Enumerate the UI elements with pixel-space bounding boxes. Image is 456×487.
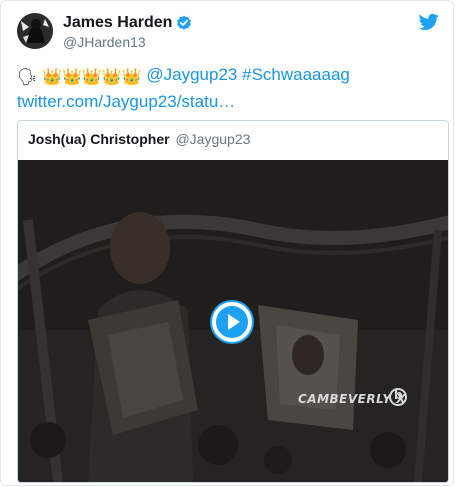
crown-emoji: 👑 [42, 69, 62, 86]
crown-emoji: 👑 [81, 69, 102, 86]
quoted-tweet[interactable]: Josh(ua) Christopher @Jaygup23 CAMBEVERL… [17, 120, 449, 483]
status-url-link[interactable]: twitter.com/Jaygup23/statu… [17, 92, 235, 111]
verified-badge-icon [176, 15, 192, 31]
quoted-tweet-header: Josh(ua) Christopher @Jaygup23 [28, 131, 250, 147]
play-icon[interactable] [212, 302, 252, 342]
mention-link[interactable]: @Jaygup23 [146, 65, 237, 84]
tweet-card: James Harden @JHarden13 🗣 👑👑👑👑👑 @Jaygup2… [0, 0, 454, 486]
author-name-row: James Harden [63, 13, 192, 33]
twitter-bird-icon[interactable] [418, 13, 439, 31]
quoted-author-name[interactable]: Josh(ua) Christopher [28, 131, 170, 147]
quoted-author-handle[interactable]: @Jaygup23 [175, 131, 250, 147]
watermark-logo-icon [389, 388, 407, 406]
author-handle[interactable]: @JHarden13 [63, 34, 146, 50]
speaking-head-emoji: 🗣 [17, 69, 38, 86]
crown-emoji: 👑 [61, 69, 82, 86]
author-name[interactable]: James Harden [63, 14, 172, 32]
avatar[interactable] [17, 13, 53, 49]
crown-emoji: 👑 [101, 69, 122, 86]
tweet-text: 🗣 👑👑👑👑👑 @Jaygup23 #Schwaaaaag twitter.co… [17, 63, 437, 114]
video-thumbnail[interactable]: CAMBEVERLY X [18, 160, 448, 482]
hashtag-link[interactable]: #Schwaaaaag [242, 65, 350, 84]
crown-emoji: 👑 [121, 69, 142, 86]
